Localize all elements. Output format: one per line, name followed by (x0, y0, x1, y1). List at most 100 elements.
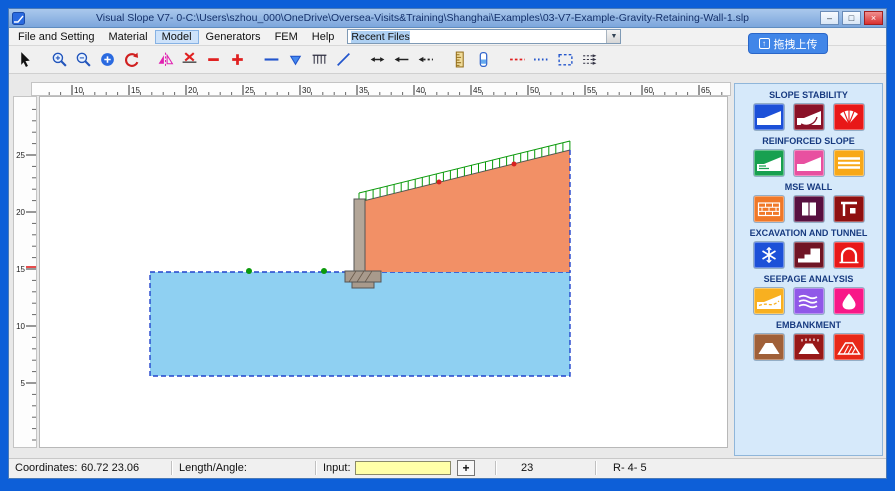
upload-button-label: 拖拽上传 (774, 36, 818, 52)
menu-items: File and SettingMaterialModelGeneratorsF… (11, 30, 341, 44)
analysis-sidebar: SLOPE STABILITY REINFORCED SLOPE MSE WALL E… (734, 83, 883, 456)
embankment-general-icon[interactable] (754, 334, 784, 360)
toolbar-groups (15, 50, 613, 70)
node-marker-green[interactable] (246, 268, 252, 274)
input-label: Input: (323, 462, 351, 474)
upload-button[interactable]: ↑ 拖拽上传 (749, 34, 827, 53)
vertical-ruler: 25 20 15 10 5 (13, 96, 37, 448)
status-bar: Coordinates: 60.72 23.06 Length/Angle: I… (9, 458, 886, 477)
mse-wall-panel-icon[interactable] (794, 196, 824, 222)
length-angle-label: Length/Angle: (179, 462, 247, 474)
horizontal-ruler: 101520253035404550556065 (31, 82, 731, 96)
window-title: Visual Slope V7- 0-C:\Users\szhou_000\On… (28, 12, 817, 24)
title-bar: Visual Slope V7- 0-C:\Users\szhou_000\On… (9, 9, 886, 28)
undo-icon[interactable] (121, 50, 141, 70)
draw-slope-line-icon[interactable] (333, 50, 353, 70)
workspace: 101520253035404550556065 252015105 SLOPE… (9, 74, 886, 458)
svg-text:50: 50 (530, 86, 539, 95)
sidebar-group-label: SLOPE STABILITY (735, 90, 882, 100)
add-point-icon[interactable] (227, 50, 247, 70)
arrow-left-icon[interactable] (391, 50, 411, 70)
svg-text:20: 20 (16, 208, 25, 217)
svg-text:40: 40 (416, 86, 425, 95)
menu-item-fem[interactable]: FEM (268, 30, 305, 44)
wall-key[interactable] (352, 282, 374, 288)
chevron-down-icon[interactable]: ▼ (606, 30, 620, 43)
menu-item-help[interactable]: Help (305, 30, 342, 44)
distributed-load-icon[interactable] (309, 50, 329, 70)
dashed-arrow-icon[interactable] (415, 50, 435, 70)
recent-files-value: Recent Files (348, 31, 606, 43)
reinforced-slope-nails-icon[interactable] (794, 150, 824, 176)
selection-box-icon[interactable] (555, 50, 575, 70)
seepage-slope-icon[interactable] (754, 288, 784, 314)
menu-item-generators[interactable]: Generators (199, 30, 268, 44)
status-separator (595, 461, 596, 475)
minimize-button[interactable]: – (820, 11, 839, 25)
reinforced-slope-geogrid-icon[interactable] (754, 150, 784, 176)
zoom-in-icon[interactable] (49, 50, 69, 70)
svg-text:35: 35 (359, 86, 368, 95)
svg-text:25: 25 (16, 151, 25, 160)
node-marker-red[interactable] (512, 162, 517, 167)
measure-ruler-icon[interactable] (449, 50, 469, 70)
reinforced-slope-layers-icon[interactable] (834, 150, 864, 176)
menu-item-model[interactable]: Model (155, 30, 199, 44)
slope-stability-general-icon[interactable] (754, 104, 784, 130)
svg-text:20: 20 (188, 86, 197, 95)
mirror-icon[interactable] (155, 50, 175, 70)
mse-wall-strip-icon[interactable] (834, 196, 864, 222)
status-separator (315, 461, 316, 475)
retaining-wall[interactable] (354, 199, 365, 271)
seepage-drawdown-icon[interactable] (834, 288, 864, 314)
plus-button[interactable]: + (457, 460, 475, 476)
sidebar-group-label: MSE WALL (735, 182, 882, 192)
node-marker-green[interactable] (321, 268, 327, 274)
mse-wall-modular-icon[interactable] (754, 196, 784, 222)
borehole-icon[interactable] (473, 50, 493, 70)
point-load-icon[interactable] (285, 50, 305, 70)
embankment-staged-icon[interactable] (794, 334, 824, 360)
coordinates-label: Coordinates: (15, 462, 77, 474)
embankment-reinforced-icon[interactable] (834, 334, 864, 360)
sidebar-group-label: REINFORCED SLOPE (735, 136, 882, 146)
horizontal-extent-icon[interactable] (367, 50, 387, 70)
svg-text:55: 55 (587, 86, 596, 95)
app-window: Visual Slope V7- 0-C:\Users\szhou_000\On… (8, 8, 887, 479)
close-button[interactable]: × (864, 11, 883, 25)
node-marker-red[interactable] (437, 180, 442, 185)
ground-freezing-icon[interactable] (754, 242, 784, 268)
tunnel-icon[interactable] (834, 242, 864, 268)
excavation-icon[interactable] (794, 242, 824, 268)
count-value: 23 (521, 462, 533, 474)
zoom-extents-icon[interactable] (97, 50, 117, 70)
app-icon (12, 12, 25, 25)
svg-text:65: 65 (701, 86, 710, 95)
seepage-flow-icon[interactable] (794, 288, 824, 314)
red-dashed-line-icon[interactable] (507, 50, 527, 70)
svg-text:30: 30 (302, 86, 311, 95)
maximize-button[interactable]: □ (842, 11, 861, 25)
delete-line-icon[interactable] (179, 50, 199, 70)
recent-files-combobox[interactable]: Recent Files ▼ (347, 29, 621, 44)
remove-point-icon[interactable] (203, 50, 223, 70)
menu-item-file-and-setting[interactable]: File and Setting (11, 30, 101, 44)
page-value: R- 4- 5 (613, 462, 647, 474)
mesh-extents-icon[interactable] (579, 50, 599, 70)
select-cursor-icon[interactable] (15, 50, 35, 70)
input-field[interactable] (355, 461, 451, 475)
svg-text:15: 15 (16, 265, 25, 274)
svg-text:10: 10 (16, 322, 25, 331)
status-separator (495, 461, 496, 475)
slope-stability-circular-icon[interactable] (794, 104, 824, 130)
status-separator (171, 461, 172, 475)
slope-stability-slices-icon[interactable] (834, 104, 864, 130)
svg-text:5: 5 (21, 379, 26, 388)
zoom-out-icon[interactable] (73, 50, 93, 70)
drawing-canvas[interactable] (39, 96, 728, 448)
svg-text:45: 45 (473, 86, 482, 95)
sidebar-group-label: EMBANKMENT (735, 320, 882, 330)
blue-dotted-line-icon[interactable] (531, 50, 551, 70)
draw-line-icon[interactable] (261, 50, 281, 70)
menu-item-material[interactable]: Material (101, 30, 154, 44)
